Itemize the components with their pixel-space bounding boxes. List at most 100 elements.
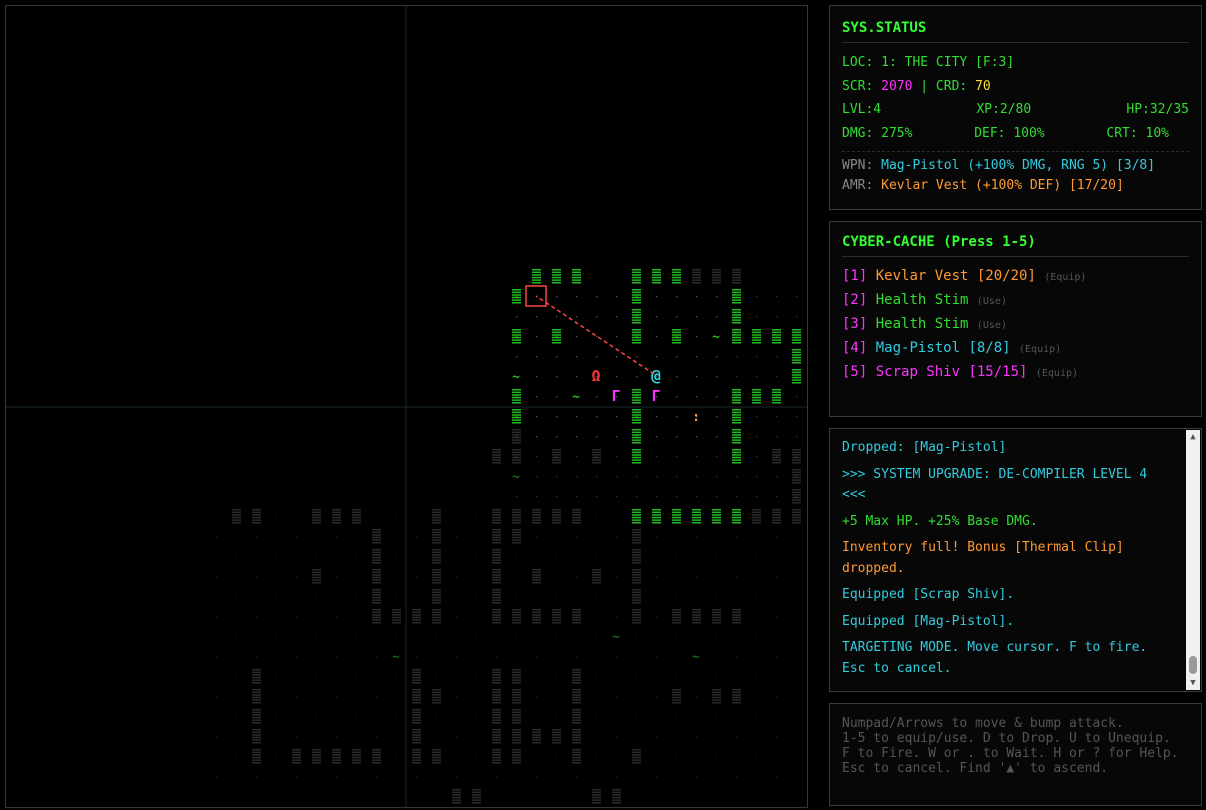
floor-tile — [396, 636, 398, 638]
floor-tile — [276, 676, 278, 678]
floor-tile — [676, 456, 678, 458]
floor-tile — [756, 456, 758, 458]
wall-tile — [512, 529, 521, 544]
message-log[interactable]: Dropped: [Mag-Pistol] >>> SYSTEM UPGRADE:… — [829, 428, 1202, 692]
floor-tile — [716, 496, 718, 498]
inventory-item-5[interactable]: [5] Scrap Shiv [15/15] (Equip) — [842, 361, 1189, 385]
floor-tile — [756, 636, 758, 638]
location-row: LOC: 1: THE CITY [F:3] — [842, 51, 1189, 75]
wall-tile — [732, 269, 741, 284]
divider — [842, 151, 1189, 152]
floor-tile — [456, 736, 458, 738]
floor-tile — [376, 776, 378, 778]
wall-tile — [392, 609, 401, 624]
floor-tile — [776, 736, 778, 738]
floor-tile — [516, 356, 518, 358]
map-canvas[interactable]: ~~~~~~ ~:ΩΓ Γ@ — [6, 6, 807, 807]
scroll-down-arrow-icon[interactable]: ▼ — [1186, 676, 1200, 690]
level-row: LVL:4 XP:2/80 HP:32/35 — [842, 98, 1189, 122]
floor-tile — [356, 636, 358, 638]
inventory-item-4[interactable]: [4] Mag-Pistol [8/8] (Equip) — [842, 337, 1189, 361]
floor-tile — [596, 436, 598, 438]
floor-tile — [536, 656, 538, 658]
floor-tile — [776, 656, 778, 658]
wall-tile — [312, 569, 321, 584]
scroll-up-arrow-icon[interactable]: ▲ — [1186, 430, 1200, 444]
floor-tile — [536, 476, 538, 478]
floor-tile — [396, 756, 398, 758]
floor-tile — [336, 576, 338, 578]
floor-tile — [696, 456, 698, 458]
map-glyph: ~ — [692, 650, 700, 665]
floor-tile — [676, 596, 678, 598]
floor-tile — [756, 716, 758, 718]
floor-tile — [576, 656, 578, 658]
wall-tile — [652, 269, 661, 284]
floor-tile — [296, 736, 298, 738]
floor-tile — [796, 296, 798, 298]
inventory-slot-key: [4] — [842, 340, 868, 356]
weapon-value: Mag-Pistol (+100% DMG, RNG 5) [3/8] — [881, 158, 1156, 173]
floor-tile — [376, 696, 378, 698]
wall-tile — [492, 589, 501, 604]
floor-tile — [476, 516, 478, 518]
log-entry: TARGETING MODE. Move cursor. F to fire. … — [842, 640, 1148, 676]
log-entry: Equipped [Mag-Pistol]. — [842, 613, 1015, 629]
crit-stat: CRT: 10% — [1106, 126, 1169, 141]
floor-tile — [616, 416, 618, 418]
wall-tile — [692, 269, 701, 284]
floor-tile — [616, 356, 618, 358]
floor-tile — [536, 436, 538, 438]
floor-tile — [416, 536, 418, 538]
game-map[interactable]: ~ ~ ~ ~ ~ ~ ~: Ω Γ Γ @ — [5, 5, 808, 808]
wall-tile — [632, 269, 641, 284]
floor-tile — [336, 696, 338, 698]
floor-tile — [476, 596, 478, 598]
floor-tile — [616, 316, 618, 318]
level-stat: LVL:4 — [842, 102, 882, 117]
floor-tile — [476, 636, 478, 638]
floor-tile — [596, 416, 598, 418]
floor-tile — [216, 576, 218, 578]
wall-tile — [532, 509, 541, 524]
floor-tile — [696, 316, 698, 318]
inventory-item-2[interactable]: [2] Health Stim (Use) — [842, 289, 1189, 313]
log-entry: Equipped [Scrap Shiv]. — [842, 587, 1015, 602]
inventory-item-1[interactable]: [1] Kevlar Vest [20/20] (Equip) — [842, 265, 1189, 289]
floor-tile — [276, 716, 278, 718]
wall-tile — [792, 509, 801, 524]
scroll-thumb[interactable] — [1189, 656, 1197, 674]
wall-tile — [672, 609, 681, 624]
floor-tile — [216, 656, 218, 658]
log-scrollbar[interactable]: ▲ ▼ — [1186, 430, 1200, 690]
wall-tile — [572, 269, 581, 284]
wall-tile — [652, 509, 661, 524]
floor-tile — [396, 676, 398, 678]
floor-tile — [776, 776, 778, 778]
floor-tile — [696, 476, 698, 478]
floor-tile — [636, 476, 638, 478]
floor-tile — [716, 316, 718, 318]
wall-tile — [492, 709, 501, 724]
floor-tile — [536, 456, 538, 458]
wall-tile — [632, 529, 641, 544]
floor-tile — [576, 476, 578, 478]
wall-tile — [472, 789, 481, 804]
floor-tile — [576, 376, 578, 378]
floor-tile — [596, 516, 598, 518]
floor-tile — [496, 656, 498, 658]
floor-tile — [716, 716, 718, 718]
floor-tile — [616, 696, 618, 698]
inventory-item-3[interactable]: [3] Health Stim (Use) — [842, 313, 1189, 337]
floor-tile — [776, 416, 778, 418]
floor-tile — [636, 636, 638, 638]
floor-tile — [596, 636, 598, 638]
wall-tile — [732, 509, 741, 524]
floor-tile — [216, 616, 218, 618]
floor-tile — [756, 496, 758, 498]
floor-tile — [556, 356, 558, 358]
inventory-title: CYBER-CACHE (Press 1-5) — [842, 234, 1189, 257]
floor-tile — [716, 676, 718, 678]
floor-tile — [316, 556, 318, 558]
score-row: SCR: 2070 | CRD: 70 — [842, 78, 991, 94]
